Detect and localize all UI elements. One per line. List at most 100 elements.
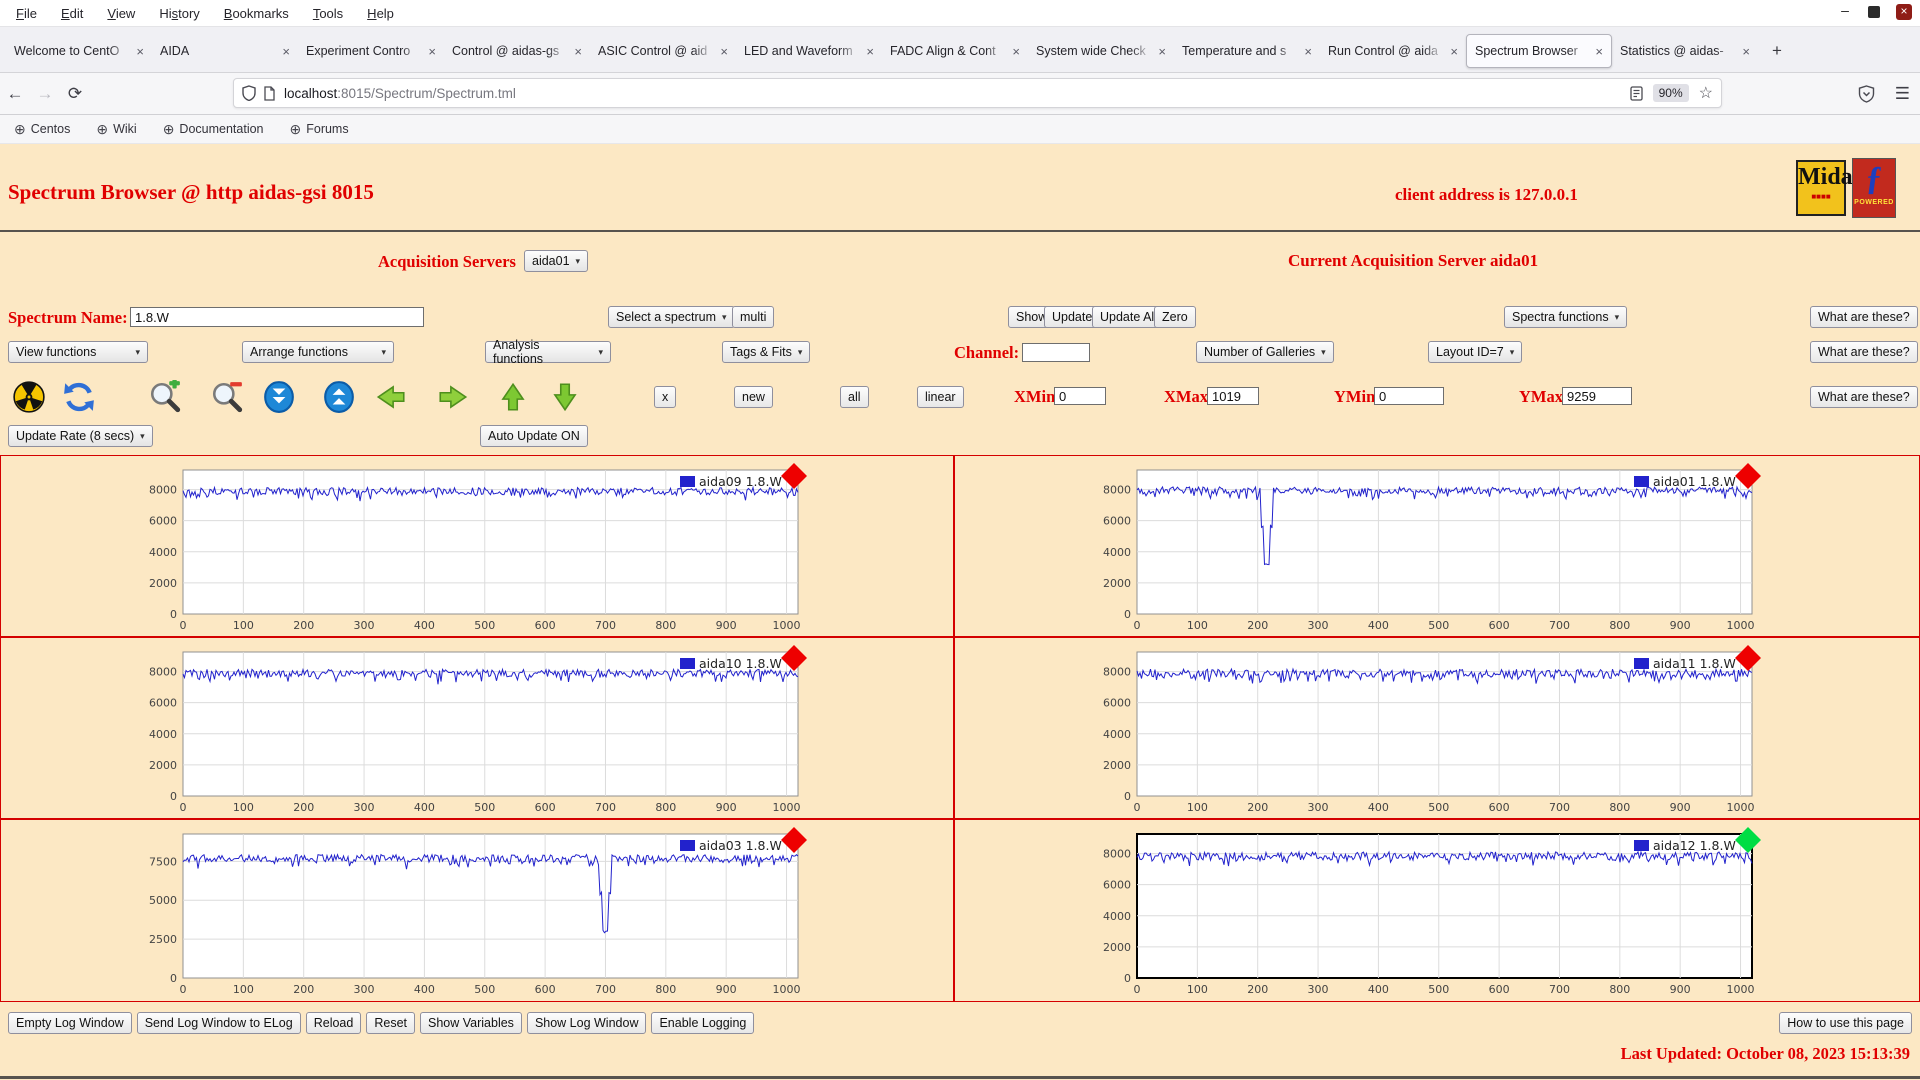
tab-aida[interactable]: AIDA× bbox=[152, 34, 298, 68]
send-log-window-to-elog-button[interactable]: Send Log Window to ELog bbox=[137, 1012, 301, 1034]
all-button[interactable]: all bbox=[840, 386, 869, 408]
account-shield-icon[interactable] bbox=[1858, 85, 1875, 103]
tab-close-icon[interactable]: × bbox=[1450, 44, 1458, 59]
tab-fadc-align-cont[interactable]: FADC Align & Cont× bbox=[882, 34, 1028, 68]
arrow-up-icon[interactable] bbox=[496, 380, 530, 414]
spectrum-chart-aida09[interactable]: 0100200300400500600700800900100002000400… bbox=[0, 455, 954, 637]
minimize-button[interactable]: – bbox=[1838, 5, 1852, 19]
arrow-left-icon[interactable] bbox=[374, 380, 408, 414]
zero-button[interactable]: Zero bbox=[1154, 306, 1196, 328]
back-icon[interactable]: ← bbox=[0, 84, 30, 104]
tab-close-icon[interactable]: × bbox=[1012, 44, 1020, 59]
tab-temperature-and-s[interactable]: Temperature and s× bbox=[1174, 34, 1320, 68]
expand-up-icon[interactable] bbox=[322, 380, 356, 414]
menu-help[interactable]: Help bbox=[355, 2, 406, 25]
tab-control-aidas-gs[interactable]: Control @ aidas-gs× bbox=[444, 34, 590, 68]
what-are-these-button-2[interactable]: What are these? bbox=[1810, 341, 1918, 363]
how-to-use-button[interactable]: How to use this page bbox=[1779, 1012, 1912, 1034]
what-are-these-button-3[interactable]: What are these? bbox=[1810, 386, 1918, 408]
menu-file[interactable]: File bbox=[4, 2, 49, 25]
tab-asic-control-aid[interactable]: ASIC Control @ aid× bbox=[590, 34, 736, 68]
shield-icon[interactable] bbox=[242, 85, 256, 101]
spectrum-chart-aida11[interactable]: 0100200300400500600700800900100002000400… bbox=[954, 637, 1920, 819]
spectra-functions-select[interactable]: Spectra functions▾ bbox=[1504, 306, 1627, 328]
xmax-input[interactable] bbox=[1207, 387, 1259, 405]
xmin-input[interactable] bbox=[1054, 387, 1106, 405]
reset-button[interactable]: Reset bbox=[366, 1012, 415, 1034]
tab-statistics-aidas-[interactable]: Statistics @ aidas-× bbox=[1612, 34, 1758, 68]
spectrum-chart-aida03[interactable]: 0100200300400500600700800900100002500500… bbox=[0, 819, 954, 1002]
show-log-window-button[interactable]: Show Log Window bbox=[527, 1012, 647, 1034]
channel-input[interactable] bbox=[1022, 343, 1090, 362]
spectrum-chart-aida10[interactable]: 0100200300400500600700800900100002000400… bbox=[0, 637, 954, 819]
maximize-button[interactable] bbox=[1868, 6, 1880, 18]
tab-close-icon[interactable]: × bbox=[428, 44, 436, 59]
menu-view[interactable]: View bbox=[95, 2, 147, 25]
bookmark-documentation[interactable]: ⊕Documentation bbox=[163, 121, 264, 138]
menu-edit[interactable]: Edit bbox=[49, 2, 95, 25]
reader-mode-icon[interactable] bbox=[1630, 86, 1643, 101]
new-tab-button[interactable]: + bbox=[1764, 38, 1790, 64]
what-are-these-button-1[interactable]: What are these? bbox=[1810, 306, 1918, 328]
ymin-input[interactable] bbox=[1374, 387, 1444, 405]
bookmark-forums[interactable]: ⊕Forums bbox=[290, 121, 349, 138]
tab-close-icon[interactable]: × bbox=[1742, 44, 1750, 59]
acquisition-server-select[interactable]: aida01▾ bbox=[524, 250, 588, 272]
auto-update-button[interactable]: Auto Update ON bbox=[480, 425, 588, 447]
tab-experiment-contro[interactable]: Experiment Contro× bbox=[298, 34, 444, 68]
layout-id-select[interactable]: Layout ID=7▾ bbox=[1428, 341, 1522, 363]
tags-fits-select[interactable]: Tags & Fits▾ bbox=[722, 341, 810, 363]
radiation-icon[interactable] bbox=[12, 380, 46, 414]
menu-tools[interactable]: Tools bbox=[301, 2, 355, 25]
reload-button[interactable]: Reload bbox=[306, 1012, 362, 1034]
tab-spectrum-browser[interactable]: Spectrum Browser× bbox=[1466, 34, 1612, 68]
zoom-out-icon[interactable] bbox=[210, 380, 244, 414]
bookmark-star-icon[interactable]: ☆ bbox=[1699, 83, 1713, 103]
arrow-right-icon[interactable] bbox=[436, 380, 470, 414]
show-variables-button[interactable]: Show Variables bbox=[420, 1012, 522, 1034]
tab-close-icon[interactable]: × bbox=[1304, 44, 1312, 59]
zoom-in-icon[interactable] bbox=[148, 380, 182, 414]
arrow-down-icon[interactable] bbox=[548, 380, 582, 414]
empty-log-window-button[interactable]: Empty Log Window bbox=[8, 1012, 132, 1034]
linear-button[interactable]: linear bbox=[917, 386, 964, 408]
ymax-input[interactable] bbox=[1562, 387, 1632, 405]
tab-close-icon[interactable]: × bbox=[136, 44, 144, 59]
bookmark-centos[interactable]: ⊕Centos bbox=[14, 121, 70, 138]
tab-close-icon[interactable]: × bbox=[720, 44, 728, 59]
url-bar[interactable]: localhost :8015/Spectrum/Spectrum.tml 90… bbox=[233, 78, 1722, 108]
tab-run-control-aida[interactable]: Run Control @ aida× bbox=[1320, 34, 1466, 68]
update-rate-select[interactable]: Update Rate (8 secs)▾ bbox=[8, 425, 153, 447]
tab-close-icon[interactable]: × bbox=[1595, 44, 1603, 59]
tab-close-icon[interactable]: × bbox=[866, 44, 874, 59]
new-button[interactable]: new bbox=[734, 386, 773, 408]
hamburger-menu-icon[interactable]: ☰ bbox=[1895, 84, 1910, 104]
spectrum-name-input[interactable] bbox=[130, 307, 424, 327]
close-button[interactable]: × bbox=[1896, 4, 1912, 20]
tab-close-icon[interactable]: × bbox=[1158, 44, 1166, 59]
analysis-functions-select[interactable]: Analysis functions▾ bbox=[485, 341, 611, 363]
number-of-galleries-select[interactable]: Number of Galleries▾ bbox=[1196, 341, 1334, 363]
collapse-down-icon[interactable] bbox=[262, 380, 296, 414]
zoom-level-badge[interactable]: 90% bbox=[1653, 84, 1689, 102]
spectrum-chart-aida12[interactable]: 0100200300400500600700800900100002000400… bbox=[954, 819, 1920, 1002]
bookmark-wiki[interactable]: ⊕Wiki bbox=[96, 121, 136, 138]
tab-led-and-waveform[interactable]: LED and Waveform× bbox=[736, 34, 882, 68]
enable-logging-button[interactable]: Enable Logging bbox=[651, 1012, 754, 1034]
reload-icon[interactable]: ⟳ bbox=[60, 84, 90, 104]
menu-bookmarks[interactable]: Bookmarks bbox=[212, 2, 301, 25]
refresh-icon[interactable] bbox=[62, 380, 96, 414]
x-button[interactable]: x bbox=[654, 386, 676, 408]
tab-close-icon[interactable]: × bbox=[574, 44, 582, 59]
svg-text:100: 100 bbox=[233, 801, 254, 814]
multi-button[interactable]: multi bbox=[732, 306, 774, 328]
svg-text:600: 600 bbox=[535, 801, 556, 814]
view-functions-select[interactable]: View functions▾ bbox=[8, 341, 148, 363]
spectrum-chart-aida01[interactable]: 0100200300400500600700800900100002000400… bbox=[954, 455, 1920, 637]
arrange-functions-select[interactable]: Arrange functions▾ bbox=[242, 341, 394, 363]
tab-system-wide-check[interactable]: System wide Check× bbox=[1028, 34, 1174, 68]
tab-welcome-to-cento[interactable]: Welcome to CentO× bbox=[6, 34, 152, 68]
select-a-spectrum-select[interactable]: Select a spectrum▾ bbox=[608, 306, 735, 328]
menu-history[interactable]: History bbox=[147, 2, 211, 25]
tab-close-icon[interactable]: × bbox=[282, 44, 290, 59]
